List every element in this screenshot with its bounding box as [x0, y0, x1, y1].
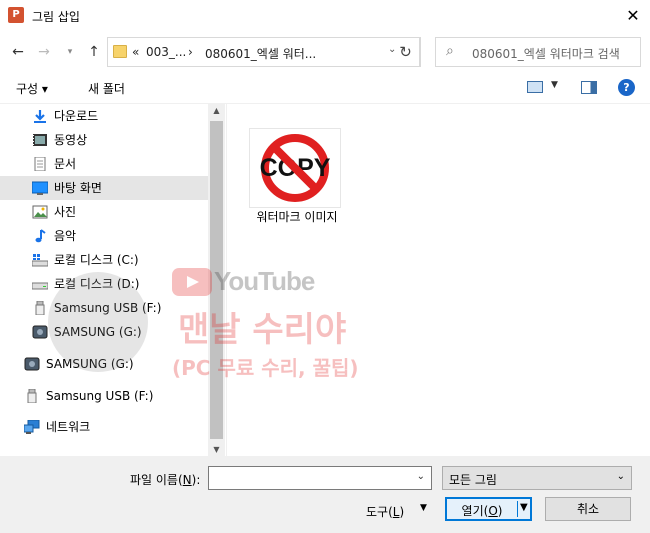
search-input[interactable]: ⌕ 080601_엑셀 워터마크 검색	[435, 37, 641, 67]
command-toolbar: 구성 ▾ 새 폴더 ▼ ?	[0, 72, 650, 104]
nav-item-label: 다운로드	[54, 109, 99, 123]
nav-item-label: 네트워크	[46, 420, 91, 434]
file-thumbnail: COPY	[249, 128, 341, 208]
forward-arrow-icon[interactable]: →	[34, 42, 54, 62]
windows-drive-icon	[32, 253, 48, 266]
search-icon: ⌕	[446, 43, 454, 59]
nav-item-label: 문서	[54, 157, 77, 171]
nav-item-videos[interactable]: 동영상	[32, 128, 208, 152]
close-button[interactable]: ✕	[616, 0, 650, 32]
view-options-chevron-icon[interactable]: ▼	[551, 80, 558, 90]
filename-label: 파일 이름(N):	[130, 473, 201, 487]
preview-pane-icon[interactable]	[581, 81, 597, 94]
tools-button[interactable]: 도구(L)	[366, 503, 404, 520]
navigation-scrollbar[interactable]: ▲ ▼	[208, 104, 225, 456]
drive-icon	[32, 282, 48, 289]
change-view-icon[interactable]	[527, 81, 543, 93]
nav-item-local-disk-d[interactable]: 로컬 디스크 (D:)	[32, 272, 208, 296]
nav-item-label: 동영상	[54, 133, 88, 147]
address-bar[interactable]: « 003_... › 080601_엑셀 워터... ⌄	[107, 37, 421, 67]
search-placeholder: 080601_엑셀 워터마크 검색	[472, 47, 620, 61]
nav-item-samsung-g-root[interactable]: SAMSUNG (G:)	[24, 352, 208, 376]
filename-input[interactable]: ⌄	[208, 466, 432, 490]
copy-prohibited-icon: COPY	[260, 134, 331, 202]
scroll-down-icon[interactable]: ▼	[208, 445, 225, 454]
nav-item-music[interactable]: 음악	[32, 224, 208, 248]
scrollbar-thumb[interactable]	[210, 121, 223, 439]
file-item[interactable]: COPY 워터마크 이미지	[249, 128, 345, 228]
tools-dropdown-icon[interactable]: ▼	[420, 503, 427, 513]
file-type-value: 모든 그림	[449, 473, 497, 487]
navigation-pane: 다운로드 동영상 문서 바탕 화면 사진 음악 로컬 디스크 (C:) 로컬 디…	[0, 104, 226, 456]
recent-locations-chevron-icon[interactable]: ▾	[60, 42, 80, 62]
file-name: 워터마크 이미지	[256, 210, 338, 224]
file-type-select[interactable]: 모든 그림 ⌄	[442, 466, 632, 490]
refresh-icon[interactable]: ↻	[392, 37, 420, 67]
download-icon	[34, 109, 46, 123]
new-folder-button[interactable]: 새 폴더	[88, 80, 125, 97]
external-drive-icon	[32, 325, 48, 338]
open-button[interactable]: 열기(O) ▼	[445, 497, 532, 521]
pictures-icon	[32, 205, 48, 218]
document-icon	[34, 156, 46, 171]
navigation-bar: ← → ▾ ↑ « 003_... › 080601_엑셀 워터... ⌄ ↻ …	[0, 32, 650, 72]
breadcrumb-overflow[interactable]: «	[132, 45, 139, 59]
nav-item-label: 바탕 화면	[54, 181, 102, 195]
nav-item-pictures[interactable]: 사진	[32, 200, 208, 224]
nav-item-label: 음악	[54, 229, 77, 243]
nav-item-downloads[interactable]: 다운로드	[32, 104, 208, 128]
file-list: COPY 워터마크 이미지	[227, 104, 650, 456]
back-arrow-icon[interactable]: ←	[8, 42, 28, 62]
open-split-divider	[517, 501, 518, 517]
nav-item-label: SAMSUNG (G:)	[54, 325, 142, 339]
desktop-icon	[32, 181, 48, 195]
external-drive-icon	[24, 357, 40, 370]
chevron-down-icon: ⌄	[616, 471, 625, 482]
powerpoint-icon: P	[8, 7, 24, 23]
scroll-up-icon[interactable]: ▲	[208, 106, 225, 115]
open-label: 열기(O)	[461, 504, 503, 518]
nav-item-network[interactable]: 네트워크	[24, 415, 208, 439]
nav-item-samsung-g[interactable]: SAMSUNG (G:)	[32, 320, 208, 344]
usb-drive-icon	[27, 388, 37, 403]
network-icon	[24, 419, 40, 434]
nav-item-desktop[interactable]: 바탕 화면	[0, 176, 208, 200]
up-arrow-icon[interactable]: ↑	[84, 42, 104, 62]
breadcrumb-item[interactable]: 080601_엑셀 워터...	[205, 45, 316, 62]
nav-item-label: 사진	[54, 205, 77, 219]
nav-item-samsung-usb-f[interactable]: Samsung USB (F:)	[32, 296, 208, 320]
open-options-dropdown-icon[interactable]: ▼	[520, 502, 528, 513]
nav-item-label: 로컬 디스크 (C:)	[54, 253, 139, 267]
nav-item-local-disk-c[interactable]: 로컬 디스크 (C:)	[32, 248, 208, 272]
nav-item-label: 로컬 디스크 (D:)	[54, 277, 140, 291]
nav-item-samsung-usb-f-root[interactable]: Samsung USB (F:)	[24, 384, 208, 408]
help-icon[interactable]: ?	[618, 79, 635, 96]
music-icon	[35, 228, 46, 242]
title-bar: P 그림 삽입 ✕	[0, 0, 650, 32]
folder-icon	[113, 45, 127, 58]
usb-drive-icon	[35, 300, 45, 315]
dialog-footer: 파일 이름(N): ⌄ 모든 그림 ⌄ 도구(L) ▼ 열기(O) ▼ 취소	[0, 456, 650, 533]
breadcrumb-item[interactable]: 003_...	[146, 45, 186, 59]
filename-dropdown-icon[interactable]: ⌄	[417, 471, 425, 482]
breadcrumb-separator[interactable]: ›	[188, 45, 193, 59]
cancel-button[interactable]: 취소	[545, 497, 631, 521]
nav-item-label: Samsung USB (F:)	[54, 301, 162, 315]
nav-item-documents[interactable]: 문서	[32, 152, 208, 176]
nav-item-label: Samsung USB (F:)	[46, 389, 154, 403]
nav-item-label: SAMSUNG (G:)	[46, 357, 134, 371]
window-title: 그림 삽입	[32, 10, 80, 24]
organize-button[interactable]: 구성 ▾	[16, 80, 48, 97]
video-icon	[33, 133, 47, 146]
